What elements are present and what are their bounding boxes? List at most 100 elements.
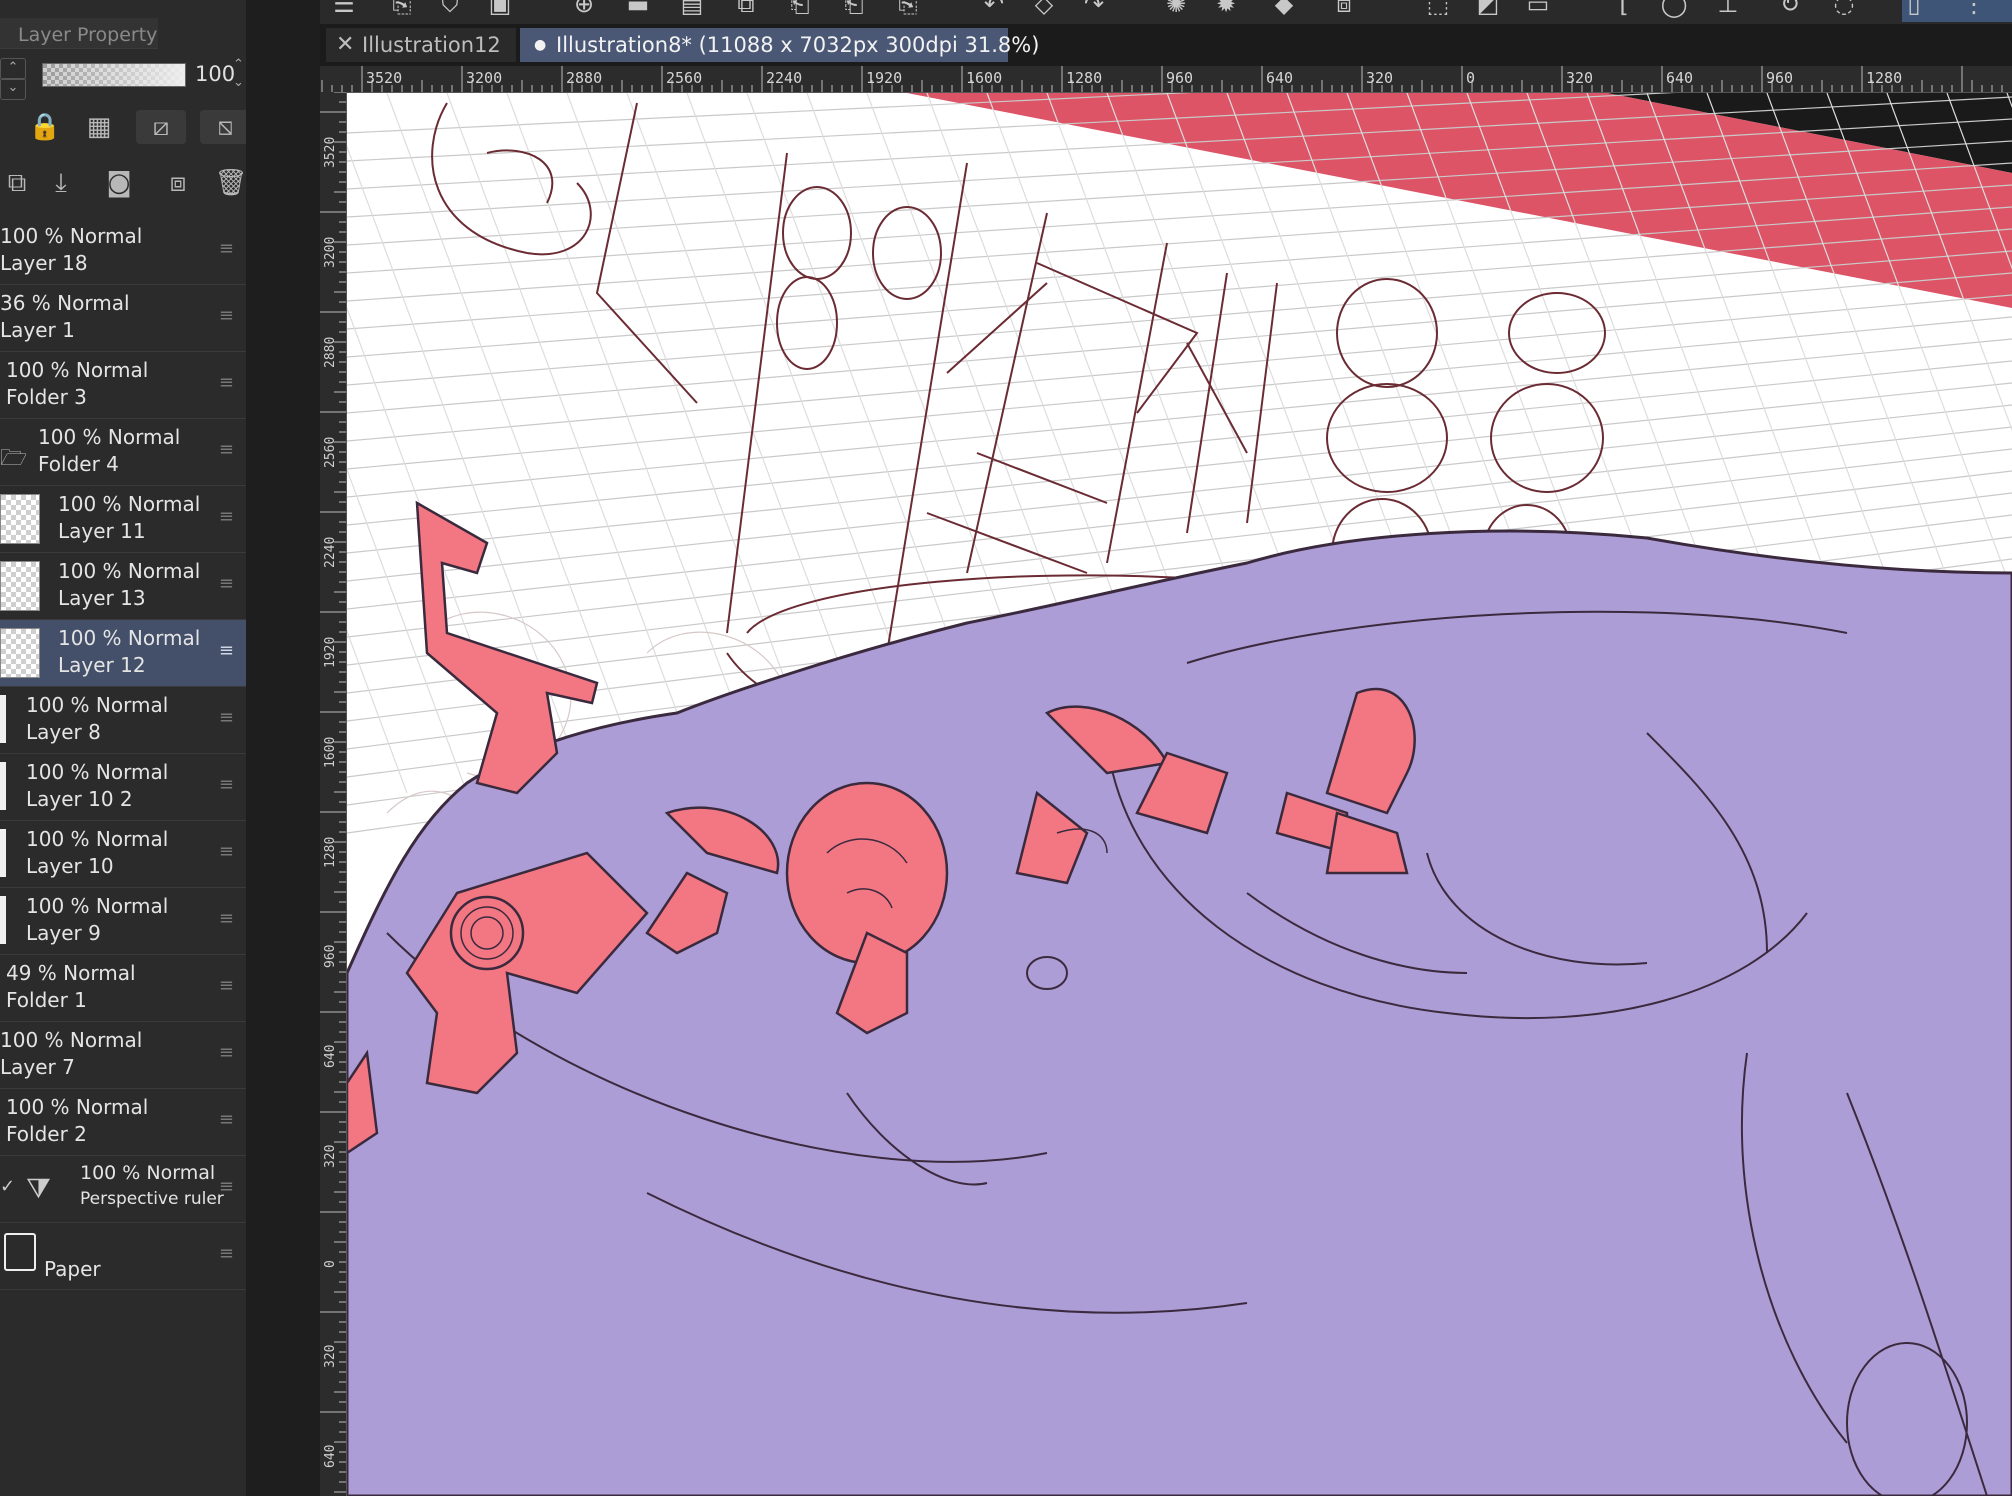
drag-handle-icon[interactable]: ≡ <box>219 1042 234 1063</box>
add-icon[interactable]: ⊕ <box>566 0 602 18</box>
vertical-ruler[interactable]: 3520 3200 2880 2560 2240 1920 1600 1280 960 640 32… <box>320 92 347 1496</box>
drag-handle-icon[interactable]: ≡ <box>219 1176 234 1197</box>
shield-icon[interactable]: ⛉ <box>432 0 468 18</box>
layer-row[interactable]: Paper ≡ <box>0 1223 246 1290</box>
layer-opacity-mode: 100 % Normal <box>26 760 169 784</box>
clip-layer-icon[interactable]: ⧄ <box>136 110 186 144</box>
layer-row[interactable]: 100 % Normal Layer 10 ≡ <box>0 821 246 888</box>
layer-row[interactable]: 🗁 100 % Normal Folder 4 ≡ <box>0 419 246 486</box>
opacity-value[interactable]: 100 <box>195 62 235 86</box>
drag-handle-icon[interactable]: ≡ <box>219 908 234 929</box>
drag-handle-icon[interactable]: ≡ <box>219 975 234 996</box>
layer-opacity-mode: 100 % Normal <box>58 559 201 583</box>
layer-row[interactable]: 100 % Normal Layer 18 ≡ <box>0 218 246 285</box>
undo-icon[interactable]: ↶ <box>976 0 1012 18</box>
ruler-label: 2240 <box>766 69 803 87</box>
speech-icon[interactable]: ◌ <box>1826 0 1862 18</box>
folder-icon[interactable]: 🗁 <box>0 441 27 479</box>
layer-row-selected[interactable]: 100 % Normal Layer 12 ≡ <box>0 620 246 687</box>
reference-layer-icon[interactable]: ⧅ <box>200 110 250 144</box>
invert-icon[interactable]: ◩ <box>1470 0 1506 18</box>
ruler-icon[interactable]: ⌊ <box>1606 0 1642 18</box>
device-icon[interactable]: ▯ <box>1896 0 1932 18</box>
rotate-icon[interactable]: ↻ <box>1772 0 1808 18</box>
ruler-label: 3520 <box>323 136 338 168</box>
artwork[interactable] <box>347 93 2012 1496</box>
checkmark-icon[interactable]: ✓ <box>0 1176 15 1197</box>
more-icon[interactable]: ⋮ <box>1956 0 1992 18</box>
menu-icon[interactable]: ☰ <box>326 0 362 18</box>
drag-handle-icon[interactable]: ≡ <box>219 640 234 661</box>
drag-handle-icon[interactable]: ≡ <box>219 841 234 862</box>
spinner-icon[interactable]: ✺ <box>1158 0 1194 18</box>
redo-icon[interactable]: ↷ <box>1076 0 1112 18</box>
deselect-icon[interactable]: ▭ <box>1520 0 1556 18</box>
drag-handle-icon[interactable]: ≡ <box>219 238 234 259</box>
select-all-icon[interactable]: ⬚ <box>1420 0 1456 18</box>
layer-row[interactable]: 100 % Normal Layer 11 ≡ <box>0 486 246 553</box>
layer-opacity-mode: 100 % Normal <box>26 827 169 851</box>
layer-row[interactable]: 100 % Normal Layer 8 ≡ <box>0 687 246 754</box>
new-file-icon[interactable]: ⎘ <box>384 0 420 18</box>
panel-header-title: Layer Property <box>18 24 158 46</box>
loading-icon[interactable]: ✹ <box>1208 0 1244 18</box>
ruler-label: 1600 <box>323 736 338 768</box>
lock-transparent-icon[interactable]: ▦ <box>82 110 116 144</box>
layer-opacity-mode: 100 % Normal <box>80 1162 216 1184</box>
layer-property-tab[interactable]: Layer Property <box>0 18 158 49</box>
transform-icon[interactable]: ⧈ <box>1326 0 1362 18</box>
drag-handle-icon[interactable]: ≡ <box>219 506 234 527</box>
layer-row[interactable]: 100 % Normal Layer 10 2 ≡ <box>0 754 246 821</box>
drag-handle-icon[interactable]: ≡ <box>219 774 234 795</box>
drag-handle-icon[interactable]: ≡ <box>219 305 234 326</box>
clip-icon[interactable]: ⎗ <box>782 0 818 18</box>
opacity-spinner[interactable]: ⌃ ⌄ <box>233 56 244 92</box>
layer-row[interactable]: 100 % Normal Layer 13 ≡ <box>0 553 246 620</box>
tab-illustration12[interactable]: ✕ Illustration12 <box>326 28 516 62</box>
drag-handle-icon[interactable]: ≡ <box>219 573 234 594</box>
layer-row[interactable]: 36 % Normal Layer 1 ≡ <box>0 285 246 352</box>
tab-label: Illustration12 <box>362 33 501 57</box>
drag-handle-icon[interactable]: ≡ <box>219 1243 234 1264</box>
align-icon[interactable]: ⊥ <box>1710 0 1746 18</box>
layer-panel: Layer Property ⌃ ⌄ 100 ⌃ ⌄ 🔒 ▦ ⧄ ⧅ ⧉ ⤓ ◙ … <box>0 0 250 1496</box>
circle-icon[interactable]: ◯ <box>1656 0 1692 18</box>
layer-row[interactable]: 100 % Normal Layer 7 ≡ <box>0 1022 246 1089</box>
folder-icon[interactable]: ▬ <box>620 0 656 18</box>
paste-icon[interactable]: ⎗ <box>836 0 872 18</box>
drag-handle-icon[interactable]: ≡ <box>219 439 234 460</box>
duplicate-icon[interactable]: ⎘ <box>890 0 926 18</box>
layer-row[interactable]: ✓ ⧩ 100 % Normal Perspective ruler ≡ <box>0 1156 246 1223</box>
top-toolbar: ☰ ⎘ ⛉ ▣ ⊕ ▬ ▤ ⧉ ⎗ ⎗ ⎘ ↶ ◇ ↷ ✺ ✹ ◆ ⧈ ⬚ ◩ … <box>320 0 2012 24</box>
lock-icon[interactable]: 🔒 <box>28 110 62 144</box>
merge-down-icon[interactable]: ⤓ <box>44 166 78 200</box>
drag-handle-icon[interactable]: ≡ <box>219 372 234 393</box>
layer-stack-icon[interactable]: ▤ <box>674 0 710 18</box>
drag-handle-icon[interactable]: ≡ <box>219 1109 234 1130</box>
copy-icon[interactable]: ⧉ <box>728 0 764 18</box>
layer-row[interactable]: 100 % Normal Folder 2 ≡ <box>0 1089 246 1156</box>
blend-down-icon[interactable]: ⌄ <box>0 78 26 100</box>
layer-name: Folder 3 <box>6 385 87 409</box>
blend-up-icon[interactable]: ⌃ <box>0 58 26 80</box>
ruler-label: 1600 <box>966 69 1003 87</box>
new-layer-icon[interactable]: ⧉ <box>0 166 34 200</box>
tab-illustration8[interactable]: ● Illustration8* (11088 x 7032px 300dpi … <box>520 28 1039 62</box>
layer-row[interactable]: 100 % Normal Layer 9 ≡ <box>0 888 246 955</box>
canvas[interactable] <box>347 93 2012 1496</box>
drag-handle-icon[interactable]: ≡ <box>219 707 234 728</box>
ruler-label: 1920 <box>866 69 903 87</box>
layer-row[interactable]: 100 % Normal Folder 3 ≡ <box>0 352 246 419</box>
shape-icon[interactable]: ◇ <box>1026 0 1062 18</box>
close-icon[interactable]: ✕ <box>336 28 354 62</box>
fill-icon[interactable]: ◆ <box>1266 0 1302 18</box>
ruler-label: 1920 <box>323 636 338 668</box>
opacity-slider[interactable] <box>42 63 186 87</box>
save-icon[interactable]: ▣ <box>482 0 518 18</box>
ruler-label: 1280 <box>323 836 338 868</box>
horizontal-ruler[interactable]: 3520 3200 2880 2560 2240 1920 1600 1280 960 640 32… <box>320 66 2012 93</box>
layer-row[interactable]: 49 % Normal Folder 1 ≡ <box>0 955 246 1022</box>
trash-icon[interactable]: 🗑 <box>214 166 248 200</box>
layer-mask-icon[interactable]: ◙ <box>102 166 136 200</box>
apply-mask-icon[interactable]: ⧈ <box>158 166 198 200</box>
